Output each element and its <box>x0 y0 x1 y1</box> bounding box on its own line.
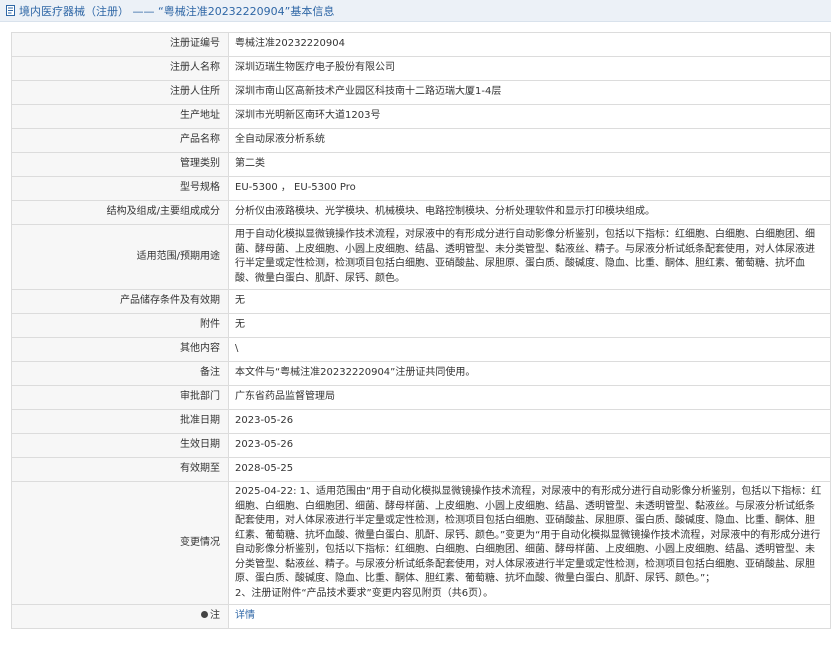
changes-label: 变更情况 <box>11 481 229 605</box>
storage-value: 无 <box>228 289 831 314</box>
expiry-date-label: 有效期至 <box>11 457 229 482</box>
table-row: 注 详情 <box>11 604 831 629</box>
table-row: 注册人名称 深圳迈瑞生物医疗电子股份有限公司 <box>11 56 831 81</box>
attachment-label: 附件 <box>11 313 229 338</box>
product-name-label: 产品名称 <box>11 128 229 153</box>
table-row: 备注 本文件与“粤械注准20232220904”注册证共同使用。 <box>11 361 831 386</box>
table-row: 生产地址 深圳市光明新区南环大道1203号 <box>11 104 831 129</box>
table-row: 注册证编号 粤械注准20232220904 <box>11 32 831 57</box>
table-row: 有效期至 2028-05-25 <box>11 457 831 482</box>
note-label: 注 <box>210 610 220 622</box>
changes-value: 2025-04-22: 1、适用范围由“用于自动化模拟显微镜操作技术流程，对尿液… <box>228 481 831 605</box>
registrant-name-value: 深圳迈瑞生物医疗电子股份有限公司 <box>228 56 831 81</box>
table-row: 管理类别 第二类 <box>11 152 831 177</box>
department-label: 审批部门 <box>11 385 229 410</box>
registrant-name-label: 注册人名称 <box>11 56 229 81</box>
document-icon <box>4 5 16 17</box>
table-row: 产品储存条件及有效期 无 <box>11 289 831 314</box>
remark-label: 备注 <box>11 361 229 386</box>
other-value: \ <box>228 337 831 362</box>
category-value: 第二类 <box>228 152 831 177</box>
model-value: EU-5300 ， EU-5300 Pro <box>228 176 831 201</box>
table-row: 注册人住所 深圳市南山区高新技术产业园区科技南十二路迈瑞大厦1-4层 <box>11 80 831 105</box>
scope-label: 适用范围/预期用途 <box>11 224 229 290</box>
model-label: 型号规格 <box>11 176 229 201</box>
changes-line-1: 2025-04-22: 1、适用范围由“用于自动化模拟显微镜操作技术流程，对尿液… <box>235 486 822 584</box>
table-row: 审批部门 广东省药品监督管理局 <box>11 385 831 410</box>
table-row: 其他内容 \ <box>11 337 831 362</box>
attachment-value: 无 <box>228 313 831 338</box>
table-row: 结构及组成/主要组成成分 分析仪由液路模块、光学模块、机械模块、电路控制模块、分… <box>11 200 831 225</box>
table-row: 批准日期 2023-05-26 <box>11 409 831 434</box>
storage-label: 产品储存条件及有效期 <box>11 289 229 314</box>
table-row: 变更情况 2025-04-22: 1、适用范围由“用于自动化模拟显微镜操作技术流… <box>11 481 831 605</box>
page-header: 境内医疗器械（注册） —— “粤械注准20232220904”基本信息 <box>0 0 831 22</box>
changes-line-2: 2、注册证附件“产品技术要求”变更内容见附页（共6页）。 <box>235 587 494 599</box>
table-row: 适用范围/预期用途 用于自动化模拟显微镜操作技术流程，对尿液中的有形成分进行自动… <box>11 224 831 290</box>
remark-value: 本文件与“粤械注准20232220904”注册证共同使用。 <box>228 361 831 386</box>
structure-label: 结构及组成/主要组成成分 <box>11 200 229 225</box>
reg-no-label: 注册证编号 <box>11 32 229 57</box>
production-address-label: 生产地址 <box>11 104 229 129</box>
effective-date-value: 2023-05-26 <box>228 433 831 458</box>
table-row: 附件 无 <box>11 313 831 338</box>
product-name-value: 全自动尿液分析系统 <box>228 128 831 153</box>
scope-value: 用于自动化模拟显微镜操作技术流程，对尿液中的有形成分进行自动影像分析鉴别，包括以… <box>228 224 831 290</box>
info-table: 注册证编号 粤械注准20232220904 注册人名称 深圳迈瑞生物医疗电子股份… <box>11 32 831 629</box>
note-value-cell: 详情 <box>228 604 831 629</box>
structure-value: 分析仪由液路模块、光学模块、机械模块、电路控制模块、分析处理软件和显示打印模块组… <box>228 200 831 225</box>
note-label-cell: 注 <box>11 604 229 629</box>
other-label: 其他内容 <box>11 337 229 362</box>
table-row: 生效日期 2023-05-26 <box>11 433 831 458</box>
details-link[interactable]: 详情 <box>235 610 255 621</box>
page-title: 境内医疗器械（注册） —— “粤械注准20232220904”基本信息 <box>19 4 335 18</box>
department-value: 广东省药品监督管理局 <box>228 385 831 410</box>
approval-date-label: 批准日期 <box>11 409 229 434</box>
reg-no-value: 粤械注准20232220904 <box>228 32 831 57</box>
registrant-address-label: 注册人住所 <box>11 80 229 105</box>
table-row: 型号规格 EU-5300 ， EU-5300 Pro <box>11 176 831 201</box>
category-label: 管理类别 <box>11 152 229 177</box>
registrant-address-value: 深圳市南山区高新技术产业园区科技南十二路迈瑞大厦1-4层 <box>228 80 831 105</box>
expiry-date-value: 2028-05-25 <box>228 457 831 482</box>
table-row: 产品名称 全自动尿液分析系统 <box>11 128 831 153</box>
bullet-icon <box>201 610 208 618</box>
approval-date-value: 2023-05-26 <box>228 409 831 434</box>
effective-date-label: 生效日期 <box>11 433 229 458</box>
production-address-value: 深圳市光明新区南环大道1203号 <box>228 104 831 129</box>
